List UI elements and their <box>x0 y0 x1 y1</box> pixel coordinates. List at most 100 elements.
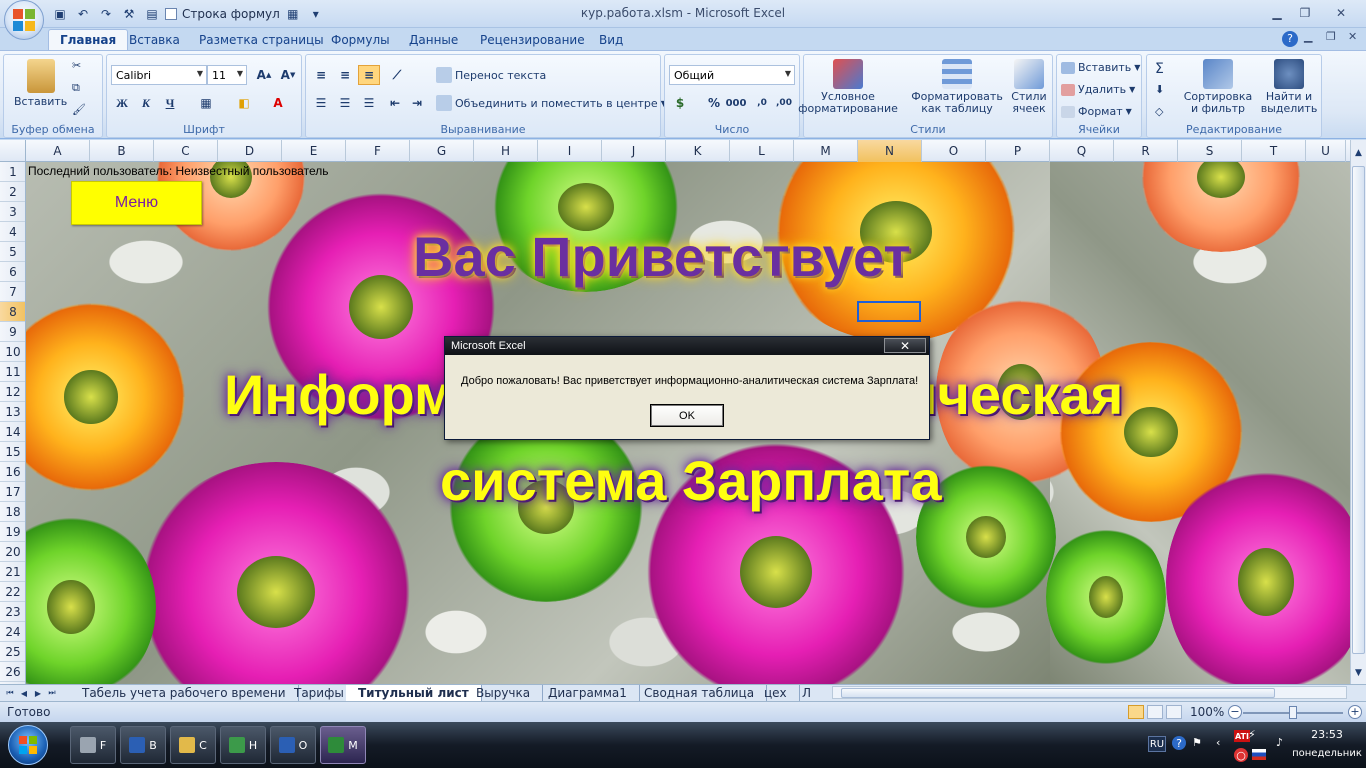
formula-bar-checkbox[interactable] <box>165 8 177 20</box>
tab-formulas[interactable]: Формулы <box>320 29 401 50</box>
row-header-23[interactable]: 23 <box>0 602 25 622</box>
network-tray-icon[interactable]: ⚑ <box>1192 736 1202 749</box>
row-header-9[interactable]: 9 <box>0 322 25 342</box>
paste-button[interactable]: Вставить <box>14 59 67 108</box>
row-header-25[interactable]: 25 <box>0 642 25 662</box>
russia-flag-icon[interactable] <box>1252 749 1266 760</box>
sheet-tab-title[interactable]: Титульный лист <box>346 685 482 701</box>
decrease-decimal-icon[interactable]: ,00 <box>773 93 795 113</box>
column-header-d[interactable]: D <box>218 140 282 162</box>
help-tray-icon[interactable]: ? <box>1172 736 1186 750</box>
formula-bar-toggle[interactable]: Строка формул <box>165 7 280 21</box>
sheet-tab-chart[interactable]: Диаграмма1 <box>536 685 640 701</box>
wrap-text-button[interactable]: Перенос текста <box>436 67 546 83</box>
power-tray-icon[interactable]: ⚡ <box>1248 728 1256 741</box>
zoom-slider-thumb[interactable] <box>1289 706 1297 719</box>
vertical-scrollbar[interactable]: ▲ ▼ <box>1350 140 1366 684</box>
ribbon-minimize-icon[interactable]: ▁ <box>1304 30 1312 43</box>
horizontal-scroll-thumb[interactable] <box>841 688 1275 698</box>
delete-cells-button[interactable]: Удалить ▼ <box>1061 83 1135 96</box>
fill-color-icon[interactable]: ◧ <box>233 93 255 113</box>
scroll-up-icon[interactable]: ▲ <box>1352 148 1365 162</box>
vertical-scroll-thumb[interactable] <box>1352 166 1365 654</box>
close-window-icon[interactable]: ✕ <box>1322 4 1360 22</box>
column-header-a[interactable]: A <box>26 140 90 162</box>
decrease-indent-icon[interactable]: ⇤ <box>384 93 406 113</box>
row-header-22[interactable]: 22 <box>0 582 25 602</box>
row-header-6[interactable]: 6 <box>0 262 25 282</box>
column-header-c[interactable]: C <box>154 140 218 162</box>
next-sheet-icon[interactable]: ▶ <box>32 686 44 700</box>
font-size-select[interactable]: 11 ▼ <box>207 65 247 85</box>
italic-button[interactable]: К <box>135 93 157 113</box>
customize-icon[interactable]: ▦ <box>283 5 303 23</box>
align-center-icon[interactable]: ☰ <box>334 93 356 113</box>
row-header-16[interactable]: 16 <box>0 462 25 482</box>
column-header-b[interactable]: B <box>90 140 154 162</box>
undo-icon[interactable]: ↶ <box>73 5 93 23</box>
align-right-icon[interactable]: ☰ <box>358 93 380 113</box>
active-cell-n8[interactable] <box>857 301 921 322</box>
tab-view[interactable]: Вид <box>588 29 634 50</box>
zoom-level[interactable]: 100% <box>1190 705 1224 719</box>
row-header-7[interactable]: 7 <box>0 282 25 302</box>
taskbar-button-5[interactable]: О <box>270 726 316 764</box>
column-header-m[interactable]: M <box>794 140 858 162</box>
first-sheet-icon[interactable]: ⏮ <box>4 686 16 700</box>
volume-tray-icon[interactable]: ♪ <box>1276 736 1283 749</box>
row-header-21[interactable]: 21 <box>0 562 25 582</box>
opera-tray-icon[interactable]: ○ <box>1234 748 1248 762</box>
column-header-s[interactable]: S <box>1178 140 1242 162</box>
column-header-t[interactable]: T <box>1242 140 1306 162</box>
cell-styles-button[interactable]: Стили ячеек <box>1008 59 1050 115</box>
normal-view-icon[interactable] <box>1128 705 1144 719</box>
column-header-q[interactable]: Q <box>1050 140 1114 162</box>
row-header-17[interactable]: 17 <box>0 482 25 502</box>
start-button[interactable] <box>8 725 48 765</box>
align-middle-icon[interactable]: ≡ <box>334 65 356 85</box>
orientation-icon[interactable]: ⟋ <box>386 65 408 85</box>
thousands-button[interactable]: 000 <box>725 93 747 113</box>
row-header-2[interactable]: 2 <box>0 182 25 202</box>
format-painter-icon[interactable]: 🖌 <box>72 103 86 116</box>
tab-home[interactable]: Главная <box>48 29 129 50</box>
column-header-l[interactable]: L <box>730 140 794 162</box>
align-top-icon[interactable]: ≡ <box>310 65 332 85</box>
column-header-e[interactable]: E <box>282 140 346 162</box>
help-icon[interactable]: ? <box>1282 31 1298 47</box>
number-format-select[interactable]: Общий ▼ <box>669 65 795 85</box>
column-header-p[interactable]: P <box>986 140 1050 162</box>
last-sheet-icon[interactable]: ⏭ <box>46 686 58 700</box>
increase-indent-icon[interactable]: ⇥ <box>406 93 428 113</box>
clock-time[interactable]: 23:53 <box>1302 728 1352 741</box>
format-as-table-button[interactable]: Форматировать как таблицу <box>911 59 1003 115</box>
insert-cells-button[interactable]: Вставить ▼ <box>1061 61 1140 74</box>
column-header-g[interactable]: G <box>410 140 474 162</box>
underline-button[interactable]: Ч <box>159 93 181 113</box>
sheet-tab-more[interactable]: Л <box>796 685 817 701</box>
tab-review[interactable]: Рецензирование <box>469 29 596 50</box>
taskbar-button-4[interactable]: Н <box>220 726 266 764</box>
row-header-10[interactable]: 10 <box>0 342 25 362</box>
select-all-corner[interactable] <box>0 140 26 162</box>
percent-button[interactable]: % <box>703 93 725 113</box>
row-header-3[interactable]: 3 <box>0 202 25 222</box>
row-header-1[interactable]: 1 <box>0 162 25 182</box>
column-header-r[interactable]: R <box>1114 140 1178 162</box>
taskbar-button-6[interactable]: М <box>320 726 366 764</box>
zoom-out-icon[interactable]: − <box>1228 705 1242 719</box>
office-button[interactable] <box>4 0 44 40</box>
tray-expand-icon[interactable]: ‹ <box>1216 736 1220 749</box>
prev-sheet-icon[interactable]: ◀ <box>18 686 30 700</box>
row-header-14[interactable]: 14 <box>0 422 25 442</box>
column-header-k[interactable]: K <box>666 140 730 162</box>
zoom-in-icon[interactable]: + <box>1348 705 1362 719</box>
row-header-15[interactable]: 15 <box>0 442 25 462</box>
sheet-tab-pivot[interactable]: Сводная таблица <box>632 685 768 701</box>
row-header-24[interactable]: 24 <box>0 622 25 642</box>
fill-icon[interactable]: ⬇ <box>1155 83 1164 96</box>
row-header-4[interactable]: 4 <box>0 222 25 242</box>
sort-filter-button[interactable]: Сортировка и фильтр <box>1183 59 1253 115</box>
borders-icon[interactable]: ▦ <box>195 93 217 113</box>
row-header-11[interactable]: 11 <box>0 362 25 382</box>
